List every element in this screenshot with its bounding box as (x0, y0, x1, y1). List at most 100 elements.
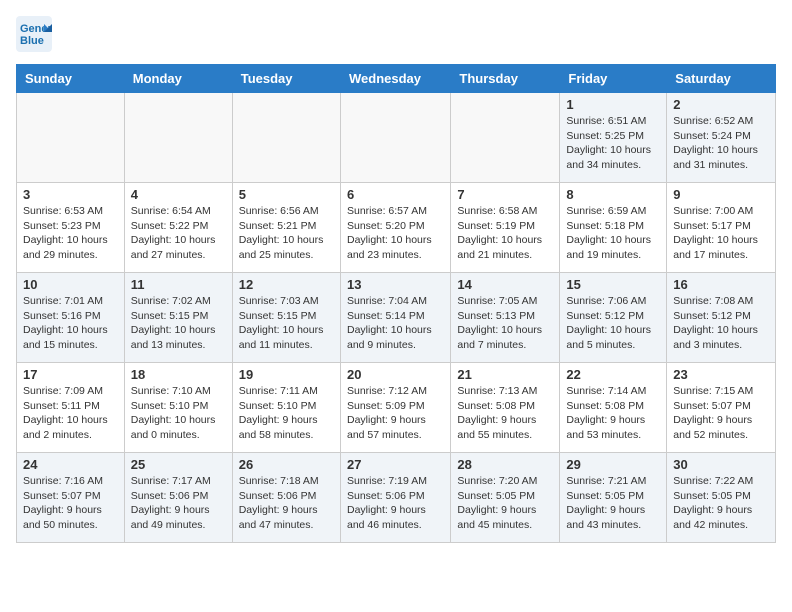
day-number: 24 (23, 457, 118, 472)
day-info: Sunrise: 7:04 AM Sunset: 5:14 PM Dayligh… (347, 294, 444, 353)
header: General Blue (16, 16, 776, 52)
day-number: 11 (131, 277, 226, 292)
day-info: Sunrise: 7:00 AM Sunset: 5:17 PM Dayligh… (673, 204, 769, 263)
day-number: 5 (239, 187, 334, 202)
day-number: 23 (673, 367, 769, 382)
calendar-cell (340, 93, 450, 183)
day-info: Sunrise: 7:12 AM Sunset: 5:09 PM Dayligh… (347, 384, 444, 443)
day-number: 19 (239, 367, 334, 382)
day-number: 2 (673, 97, 769, 112)
calendar-cell: 14 Sunrise: 7:05 AM Sunset: 5:13 PM Dayli… (451, 273, 560, 363)
calendar-cell (124, 93, 232, 183)
calendar-cell: 20 Sunrise: 7:12 AM Sunset: 5:09 PM Dayli… (340, 363, 450, 453)
day-number: 13 (347, 277, 444, 292)
calendar-cell: 8 Sunrise: 6:59 AM Sunset: 5:18 PM Daylig… (560, 183, 667, 273)
weekday-header: Monday (124, 65, 232, 93)
day-info: Sunrise: 7:11 AM Sunset: 5:10 PM Dayligh… (239, 384, 334, 443)
day-number: 16 (673, 277, 769, 292)
day-info: Sunrise: 7:18 AM Sunset: 5:06 PM Dayligh… (239, 474, 334, 533)
calendar-cell: 16 Sunrise: 7:08 AM Sunset: 5:12 PM Dayli… (667, 273, 776, 363)
calendar-cell (451, 93, 560, 183)
calendar-cell: 1Sunrise: 6:51 AM Sunset: 5:25 PM Daylig… (560, 93, 667, 183)
calendar-cell: 2 Sunrise: 6:52 AM Sunset: 5:24 PM Daylig… (667, 93, 776, 183)
calendar-cell: 18 Sunrise: 7:10 AM Sunset: 5:10 PM Dayli… (124, 363, 232, 453)
day-number: 29 (566, 457, 660, 472)
calendar-cell: 30 Sunrise: 7:22 AM Sunset: 5:05 PM Dayli… (667, 453, 776, 543)
calendar-cell: 5 Sunrise: 6:56 AM Sunset: 5:21 PM Daylig… (232, 183, 340, 273)
day-number: 18 (131, 367, 226, 382)
day-number: 20 (347, 367, 444, 382)
calendar-cell: 19 Sunrise: 7:11 AM Sunset: 5:10 PM Dayli… (232, 363, 340, 453)
day-info: Sunrise: 7:13 AM Sunset: 5:08 PM Dayligh… (457, 384, 553, 443)
day-number: 15 (566, 277, 660, 292)
day-info: Sunrise: 6:56 AM Sunset: 5:21 PM Dayligh… (239, 204, 334, 263)
day-info: Sunrise: 7:16 AM Sunset: 5:07 PM Dayligh… (23, 474, 118, 533)
day-number: 25 (131, 457, 226, 472)
svg-text:Blue: Blue (20, 35, 44, 47)
day-number: 27 (347, 457, 444, 472)
calendar-cell: 23 Sunrise: 7:15 AM Sunset: 5:07 PM Dayli… (667, 363, 776, 453)
calendar-row: 24 Sunrise: 7:16 AM Sunset: 5:07 PM Dayli… (17, 453, 776, 543)
weekday-header: Thursday (451, 65, 560, 93)
day-number: 14 (457, 277, 553, 292)
day-number: 1 (566, 97, 660, 112)
calendar-body: 1Sunrise: 6:51 AM Sunset: 5:25 PM Daylig… (17, 93, 776, 543)
day-info: Sunrise: 7:05 AM Sunset: 5:13 PM Dayligh… (457, 294, 553, 353)
weekday-header: Saturday (667, 65, 776, 93)
day-info: Sunrise: 7:06 AM Sunset: 5:12 PM Dayligh… (566, 294, 660, 353)
calendar-cell: 29 Sunrise: 7:21 AM Sunset: 5:05 PM Dayli… (560, 453, 667, 543)
day-info: Sunrise: 7:08 AM Sunset: 5:12 PM Dayligh… (673, 294, 769, 353)
day-info: Sunrise: 7:09 AM Sunset: 5:11 PM Dayligh… (23, 384, 118, 443)
logo-icon: General Blue (16, 16, 52, 52)
calendar-cell: 27 Sunrise: 7:19 AM Sunset: 5:06 PM Dayli… (340, 453, 450, 543)
day-info: Sunrise: 7:10 AM Sunset: 5:10 PM Dayligh… (131, 384, 226, 443)
weekday-header: Friday (560, 65, 667, 93)
day-info: Sunrise: 6:58 AM Sunset: 5:19 PM Dayligh… (457, 204, 553, 263)
calendar-cell (232, 93, 340, 183)
day-info: Sunrise: 6:52 AM Sunset: 5:24 PM Dayligh… (673, 114, 769, 173)
calendar-cell: 22Sunrise: 7:14 AM Sunset: 5:08 PM Dayli… (560, 363, 667, 453)
calendar-cell: 12Sunrise: 7:03 AM Sunset: 5:15 PM Dayli… (232, 273, 340, 363)
calendar-header-row: SundayMondayTuesdayWednesdayThursdayFrid… (17, 65, 776, 93)
calendar-cell: 6Sunrise: 6:57 AM Sunset: 5:20 PM Daylig… (340, 183, 450, 273)
day-info: Sunrise: 7:22 AM Sunset: 5:05 PM Dayligh… (673, 474, 769, 533)
calendar-cell: 25 Sunrise: 7:17 AM Sunset: 5:06 PM Dayli… (124, 453, 232, 543)
day-info: Sunrise: 7:19 AM Sunset: 5:06 PM Dayligh… (347, 474, 444, 533)
calendar-cell: 13 Sunrise: 7:04 AM Sunset: 5:14 PM Dayli… (340, 273, 450, 363)
day-info: Sunrise: 6:54 AM Sunset: 5:22 PM Dayligh… (131, 204, 226, 263)
day-info: Sunrise: 7:20 AM Sunset: 5:05 PM Dayligh… (457, 474, 553, 533)
day-number: 12 (239, 277, 334, 292)
day-info: Sunrise: 7:14 AM Sunset: 5:08 PM Dayligh… (566, 384, 660, 443)
day-number: 6 (347, 187, 444, 202)
day-number: 17 (23, 367, 118, 382)
calendar-cell: 28 Sunrise: 7:20 AM Sunset: 5:05 PM Dayli… (451, 453, 560, 543)
calendar-cell: 7 Sunrise: 6:58 AM Sunset: 5:19 PM Daylig… (451, 183, 560, 273)
calendar-cell: 24 Sunrise: 7:16 AM Sunset: 5:07 PM Dayli… (17, 453, 125, 543)
calendar-cell: 11 Sunrise: 7:02 AM Sunset: 5:15 PM Dayli… (124, 273, 232, 363)
day-info: Sunrise: 7:15 AM Sunset: 5:07 PM Dayligh… (673, 384, 769, 443)
weekday-header: Sunday (17, 65, 125, 93)
logo: General Blue (16, 16, 56, 52)
day-info: Sunrise: 7:01 AM Sunset: 5:16 PM Dayligh… (23, 294, 118, 353)
day-number: 7 (457, 187, 553, 202)
weekday-header: Tuesday (232, 65, 340, 93)
day-number: 10 (23, 277, 118, 292)
calendar-cell: 4 Sunrise: 6:54 AM Sunset: 5:22 PM Daylig… (124, 183, 232, 273)
calendar-cell: 17 Sunrise: 7:09 AM Sunset: 5:11 PM Dayli… (17, 363, 125, 453)
calendar-cell: 21Sunrise: 7:13 AM Sunset: 5:08 PM Dayli… (451, 363, 560, 453)
day-number: 3 (23, 187, 118, 202)
day-number: 30 (673, 457, 769, 472)
day-info: Sunrise: 7:02 AM Sunset: 5:15 PM Dayligh… (131, 294, 226, 353)
calendar-cell: 10 Sunrise: 7:01 AM Sunset: 5:16 PM Dayli… (17, 273, 125, 363)
day-info: Sunrise: 6:59 AM Sunset: 5:18 PM Dayligh… (566, 204, 660, 263)
calendar-row: 3Sunrise: 6:53 AM Sunset: 5:23 PM Daylig… (17, 183, 776, 273)
day-number: 8 (566, 187, 660, 202)
calendar-cell: 3Sunrise: 6:53 AM Sunset: 5:23 PM Daylig… (17, 183, 125, 273)
calendar-cell: 15 Sunrise: 7:06 AM Sunset: 5:12 PM Dayli… (560, 273, 667, 363)
weekday-header: Wednesday (340, 65, 450, 93)
calendar-row: 10 Sunrise: 7:01 AM Sunset: 5:16 PM Dayli… (17, 273, 776, 363)
day-info: Sunrise: 7:21 AM Sunset: 5:05 PM Dayligh… (566, 474, 660, 533)
day-number: 4 (131, 187, 226, 202)
day-number: 28 (457, 457, 553, 472)
day-info: Sunrise: 7:17 AM Sunset: 5:06 PM Dayligh… (131, 474, 226, 533)
